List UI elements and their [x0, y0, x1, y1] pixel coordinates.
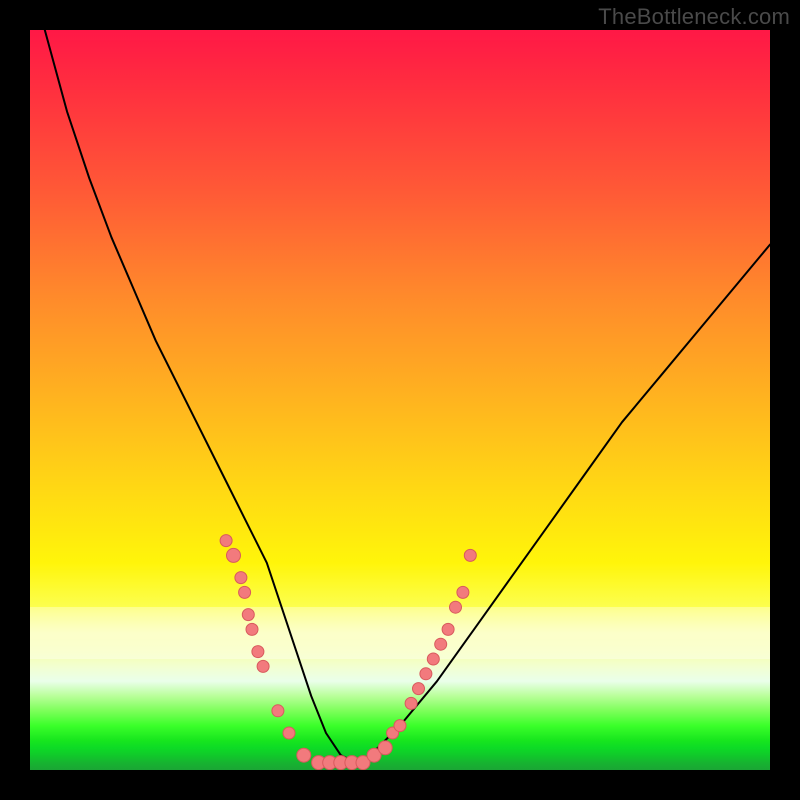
watermark-text: TheBottleneck.com [598, 4, 790, 30]
chart-stage: TheBottleneck.com [0, 0, 800, 800]
plot-background [30, 30, 770, 770]
